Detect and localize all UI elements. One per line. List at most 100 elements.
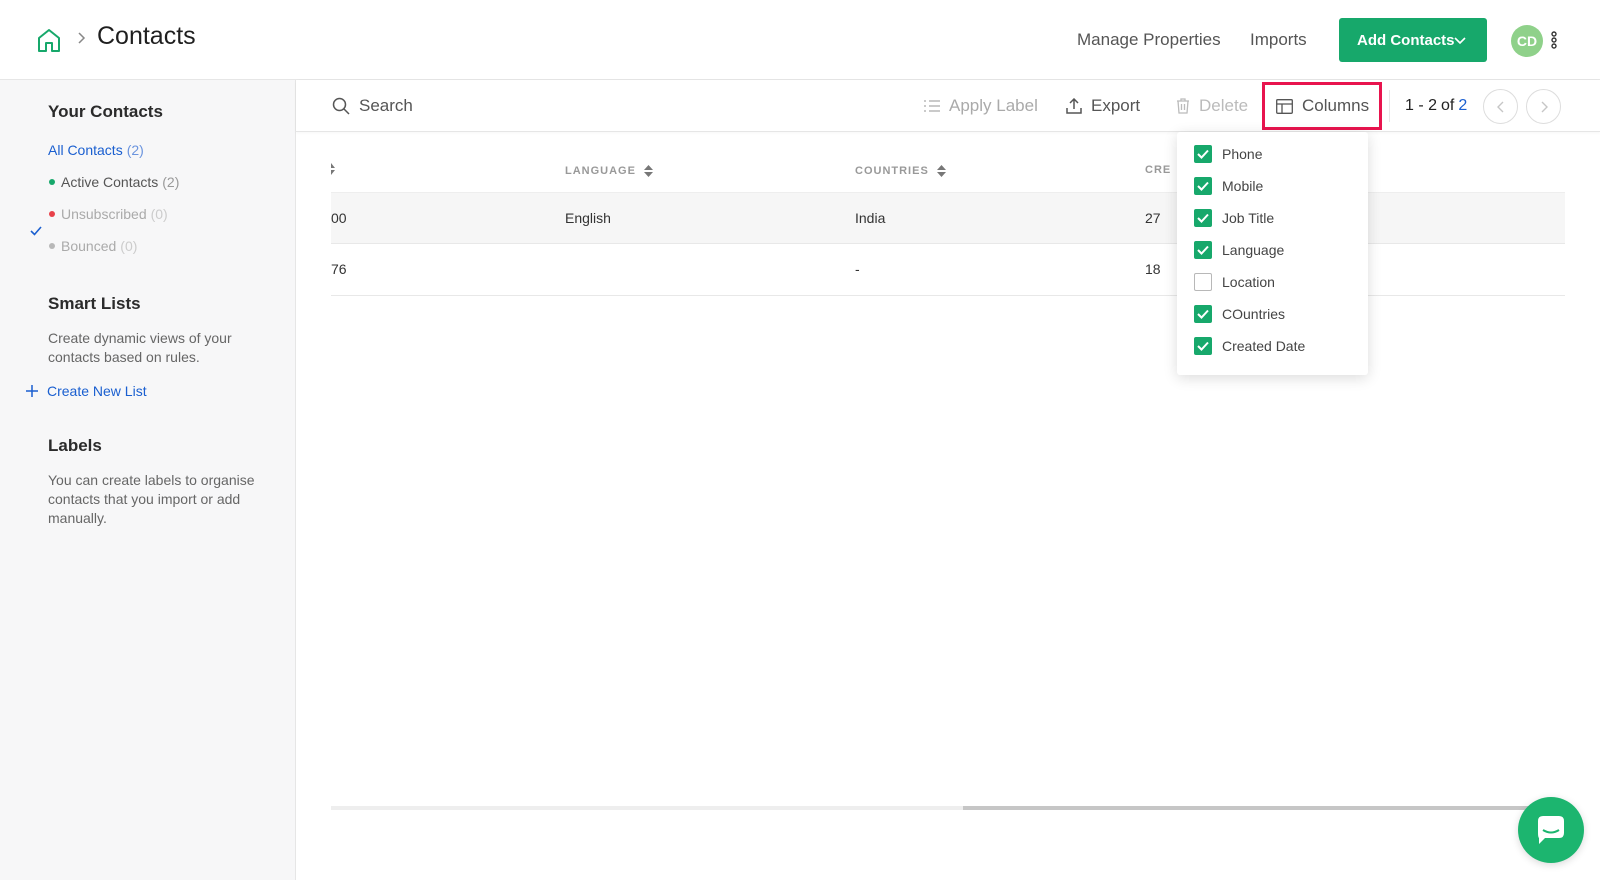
- pagination-range: 1 - 2: [1405, 97, 1438, 114]
- checkbox-checked[interactable]: [1194, 209, 1212, 227]
- chevron-right-icon: [78, 32, 86, 44]
- table-cell-country: -: [855, 261, 860, 277]
- sidebar-item-all-contacts[interactable]: All Contacts (2): [48, 142, 144, 158]
- delete-button[interactable]: Delete: [1176, 80, 1248, 132]
- plus-icon: [26, 385, 38, 397]
- avatar[interactable]: CD: [1511, 25, 1543, 57]
- column-option-label: Location: [1222, 274, 1275, 290]
- search-placeholder: Search: [359, 96, 413, 115]
- column-option-job-title[interactable]: Job Title: [1194, 208, 1274, 228]
- pagination-info: 1 - 2 of 2: [1405, 80, 1467, 132]
- upload-icon: [1066, 98, 1082, 114]
- toolbar-divider: [1389, 90, 1390, 122]
- sidebar-item-label: Active Contacts: [61, 174, 159, 190]
- apply-label-button[interactable]: Apply Label: [924, 80, 1038, 132]
- sort-icon: [936, 165, 946, 177]
- table-cell-created: 27: [1145, 210, 1161, 226]
- sidebar: Your Contacts All Contacts (2) Active Con…: [0, 80, 296, 880]
- create-new-list-label: Create New List: [47, 383, 147, 399]
- column-option-mobile[interactable]: Mobile: [1194, 176, 1263, 196]
- contacts-toolbar: Search Apply Label Export Delete Columns…: [296, 80, 1600, 132]
- delete-text: Delete: [1199, 96, 1249, 115]
- list-icon: [924, 100, 940, 112]
- search-input[interactable]: Search: [332, 80, 413, 132]
- table-cell-language: English: [565, 210, 611, 226]
- status-dot-unsubscribed: [49, 211, 55, 217]
- column-option-location[interactable]: Location: [1194, 272, 1275, 292]
- check-icon: [1197, 149, 1209, 159]
- column-option-countries[interactable]: COuntries: [1194, 304, 1285, 324]
- check-icon: [1197, 245, 1209, 255]
- check-icon: [1197, 181, 1209, 191]
- top-header: Contacts Manage Properties Imports Add C…: [0, 0, 1600, 80]
- pagination-of: of: [1441, 97, 1455, 114]
- column-option-label: Language: [1222, 242, 1285, 258]
- next-page-button[interactable]: [1526, 89, 1561, 124]
- home-icon[interactable]: [36, 27, 62, 53]
- scrollbar-thumb[interactable]: [963, 806, 1529, 810]
- column-option-label: Phone: [1222, 146, 1263, 162]
- sidebar-item-count: (2): [162, 174, 180, 190]
- checkbox-checked[interactable]: [1194, 337, 1212, 355]
- checkbox-checked[interactable]: [1194, 145, 1212, 163]
- smart-lists-heading: Smart Lists: [48, 294, 141, 313]
- sidebar-item-label: Bounced: [61, 238, 117, 254]
- check-icon: [1197, 213, 1209, 223]
- checkbox-checked[interactable]: [1194, 305, 1212, 323]
- column-header-created[interactable]: CRE: [1145, 164, 1171, 176]
- add-contacts-button[interactable]: Add Contacts: [1339, 18, 1487, 62]
- table-row[interactable]: 76 - 18: [331, 244, 1565, 296]
- export-button[interactable]: Export: [1066, 80, 1140, 132]
- column-option-created-date[interactable]: Created Date: [1194, 336, 1305, 356]
- column-option-label: Mobile: [1222, 178, 1264, 194]
- sidebar-item-label: All Contacts: [48, 142, 123, 158]
- status-dot-active: [49, 179, 55, 185]
- sidebar-item-active-contacts[interactable]: Active Contacts (2): [61, 174, 179, 190]
- chevron-right-icon: [1541, 101, 1548, 112]
- previous-page-button[interactable]: [1483, 89, 1518, 124]
- your-contacts-heading: Your Contacts: [48, 102, 163, 121]
- column-header-language[interactable]: LANGUAGE: [565, 164, 653, 178]
- export-text: Export: [1091, 96, 1141, 115]
- more-vertical-icon[interactable]: [1550, 30, 1558, 50]
- imports-link[interactable]: Imports: [1250, 30, 1307, 50]
- column-option-phone[interactable]: Phone: [1194, 144, 1262, 164]
- sidebar-item-bounced[interactable]: Bounced (0): [61, 238, 137, 254]
- chevron-down-icon: [1454, 37, 1466, 45]
- checkbox-unchecked[interactable]: [1194, 273, 1212, 291]
- chevron-left-icon: [1496, 101, 1503, 112]
- sort-icon[interactable]: [331, 162, 335, 176]
- checkbox-checked[interactable]: [1194, 241, 1212, 259]
- horizontal-scrollbar[interactable]: [331, 806, 1529, 810]
- trash-icon: [1177, 98, 1189, 114]
- column-header-countries[interactable]: COUNTRIES: [855, 164, 946, 178]
- columns-highlight-box: [1262, 82, 1382, 130]
- labels-heading: Labels: [48, 436, 102, 455]
- labels-description: You can create labels to organise contac…: [48, 472, 255, 526]
- column-option-label: Created Date: [1222, 338, 1306, 354]
- check-icon: [30, 226, 42, 236]
- column-header-label: COUNTRIES: [855, 165, 929, 177]
- column-option-label: COuntries: [1222, 306, 1286, 322]
- table-cell-partial: 00: [331, 210, 347, 226]
- checkbox-checked[interactable]: [1194, 177, 1212, 195]
- sidebar-item-count: (0): [120, 238, 138, 254]
- smart-lists-description: Create dynamic views of your contacts ba…: [48, 330, 232, 365]
- table-cell-created: 18: [1145, 261, 1161, 277]
- contacts-table: LANGUAGE COUNTRIES CRE 00 English India …: [331, 132, 1565, 812]
- create-new-list-link[interactable]: Create New List: [26, 383, 147, 399]
- sort-icon: [643, 165, 653, 177]
- chat-icon: [1538, 816, 1564, 844]
- apply-label-text: Apply Label: [949, 96, 1038, 115]
- check-icon: [1197, 309, 1209, 319]
- status-dot-bounced: [49, 243, 55, 249]
- table-row[interactable]: 00 English India 27: [331, 192, 1565, 244]
- chat-widget-button[interactable]: [1518, 797, 1584, 863]
- sidebar-item-unsubscribed[interactable]: Unsubscribed (0): [61, 206, 168, 222]
- sidebar-item-count: (2): [126, 142, 144, 158]
- manage-properties-link[interactable]: Manage Properties: [1077, 30, 1221, 50]
- column-header-label: LANGUAGE: [565, 165, 636, 177]
- column-option-language[interactable]: Language: [1194, 240, 1284, 260]
- check-icon: [1197, 341, 1209, 351]
- table-cell-partial: 76: [331, 261, 347, 277]
